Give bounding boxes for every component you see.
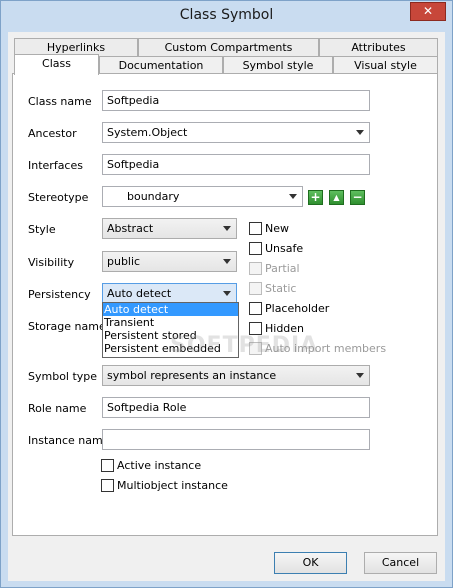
title-bar: Class Symbol ✕ [1, 1, 452, 32]
chevron-down-icon [356, 373, 364, 378]
close-button[interactable]: ✕ [410, 2, 446, 21]
dialog-body: Hyperlinks Custom Compartments Attribute… [8, 32, 445, 581]
class-symbol-window: Class Symbol ✕ Hyperlinks Custom Compart… [0, 0, 453, 588]
visibility-combo[interactable]: public [102, 251, 237, 272]
active-instance-label: Active instance [117, 459, 202, 472]
instance-name-input[interactable] [102, 429, 370, 450]
class-name-label: Class name [28, 95, 92, 108]
unsafe-checkbox[interactable] [249, 242, 262, 255]
style-value: Abstract [107, 222, 154, 235]
stereotype-combo[interactable]: boundary [102, 186, 303, 207]
partial-label: Partial [265, 262, 300, 275]
list-item[interactable]: Auto detect [103, 303, 238, 316]
ancestor-combo[interactable]: System.Object [102, 122, 370, 143]
chevron-down-icon [223, 291, 231, 296]
visibility-value: public [107, 255, 141, 268]
stereotype-label: Stereotype [28, 191, 89, 204]
multiobject-instance-checkbox[interactable] [101, 479, 114, 492]
tab-visual-style[interactable]: Visual style [333, 56, 438, 74]
placeholder-checkbox[interactable] [249, 302, 262, 315]
auto-import-checkbox[interactable] [249, 342, 262, 355]
list-item[interactable]: Transient [103, 316, 238, 329]
move-up-button[interactable]: ▲ [329, 190, 344, 205]
ancestor-label: Ancestor [28, 127, 77, 140]
partial-checkbox[interactable] [249, 262, 262, 275]
chevron-down-icon [289, 194, 297, 199]
storage-name-label: Storage name [28, 320, 106, 333]
list-item[interactable]: Persistent embedded [103, 342, 238, 355]
static-checkbox[interactable] [249, 282, 262, 295]
persistency-dropdown-list: Auto detect Transient Persistent stored … [102, 302, 239, 358]
persistency-value: Auto detect [107, 287, 172, 300]
style-combo[interactable]: Abstract [102, 218, 237, 239]
remove-stereotype-button[interactable]: − [350, 190, 365, 205]
ok-button[interactable]: OK [274, 552, 347, 574]
placeholder-label: Placeholder [265, 302, 330, 315]
symbol-type-value: symbol represents an instance [107, 369, 277, 382]
cancel-button[interactable]: Cancel [364, 552, 437, 574]
instance-name-label: Instance name [28, 434, 110, 447]
visibility-label: Visibility [28, 256, 75, 269]
multiobject-instance-label: Multiobject instance [117, 479, 228, 492]
hidden-label: Hidden [265, 322, 305, 335]
hidden-checkbox[interactable] [249, 322, 262, 335]
role-name-label: Role name [28, 402, 87, 415]
new-checkbox[interactable] [249, 222, 262, 235]
static-label: Static [265, 282, 297, 295]
active-instance-checkbox[interactable] [101, 459, 114, 472]
chevron-down-icon [223, 226, 231, 231]
ancestor-value: System.Object [107, 126, 188, 139]
symbol-type-label: Symbol type [28, 370, 98, 383]
stereotype-value: boundary [127, 190, 180, 203]
auto-import-label: Auto import members [265, 342, 387, 355]
interfaces-label: Interfaces [28, 159, 83, 172]
symbol-type-combo[interactable]: symbol represents an instance [102, 365, 370, 386]
chevron-down-icon [223, 259, 231, 264]
role-name-input[interactable]: Softpedia Role [102, 397, 370, 418]
tab-class[interactable]: Class [14, 54, 99, 75]
tab-symbol-style[interactable]: Symbol style [223, 56, 333, 74]
add-stereotype-button[interactable]: + [308, 190, 323, 205]
interfaces-input[interactable]: Softpedia [102, 154, 370, 175]
unsafe-label: Unsafe [265, 242, 304, 255]
tab-custom-compartments[interactable]: Custom Compartments [138, 38, 319, 56]
style-label: Style [28, 223, 56, 236]
new-label: New [265, 222, 289, 235]
persistency-label: Persistency [28, 288, 91, 301]
persistency-combo[interactable]: Auto detect [102, 283, 237, 304]
list-item[interactable]: Persistent stored [103, 329, 238, 342]
window-title: Class Symbol [179, 7, 274, 23]
tab-documentation[interactable]: Documentation [99, 56, 223, 74]
tab-attributes[interactable]: Attributes [319, 38, 438, 56]
class-name-input[interactable]: Softpedia [102, 90, 370, 111]
chevron-down-icon [356, 130, 364, 135]
